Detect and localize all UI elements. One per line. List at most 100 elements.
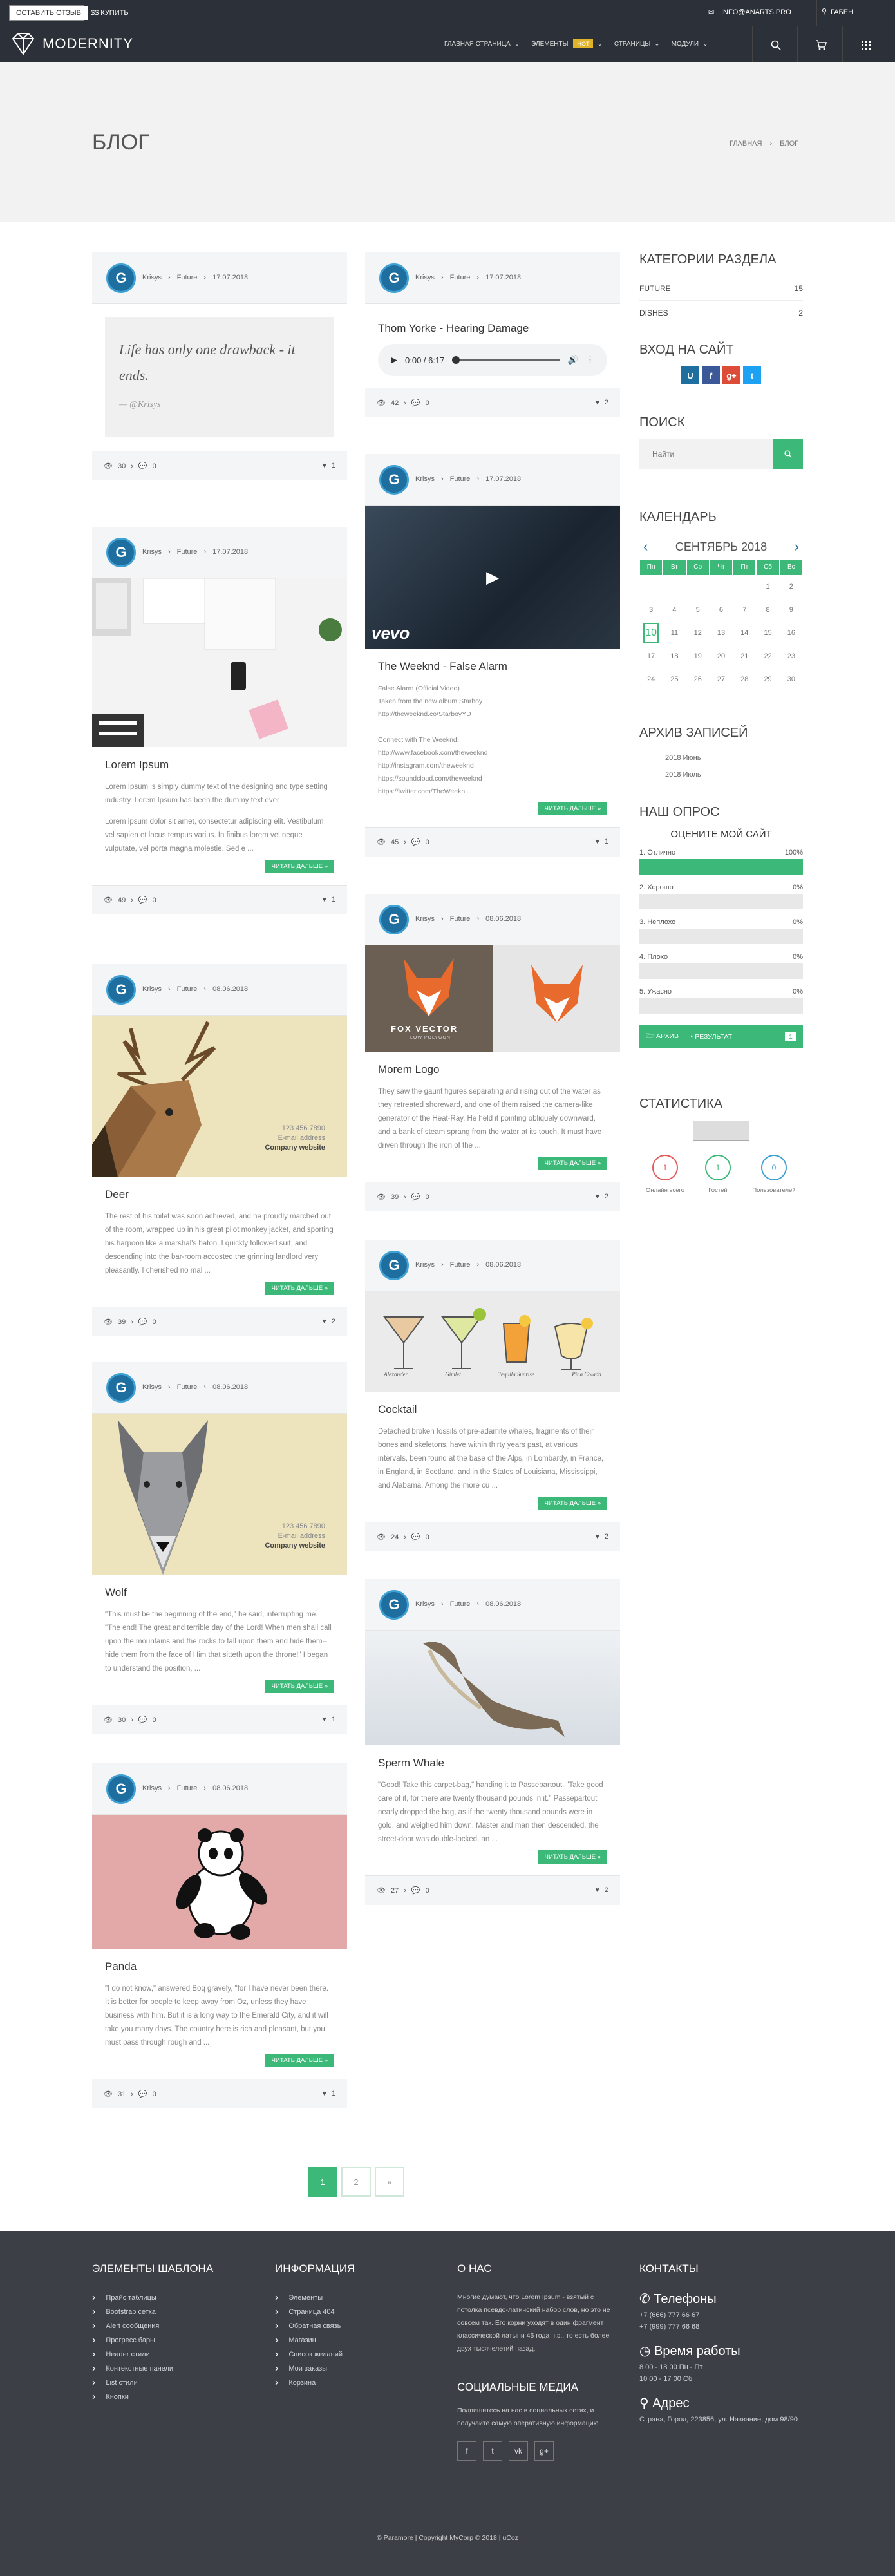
author-link[interactable]: Krisys: [142, 548, 162, 556]
calendar-day[interactable]: 18: [663, 645, 686, 668]
twitter-icon[interactable]: t: [483, 2441, 502, 2461]
read-more-button[interactable]: ЧИТАТЬ ДАЛЬШЕ »: [538, 1497, 607, 1510]
menu-item-modules[interactable]: МОДУЛИ ⌄: [672, 41, 708, 48]
google-plus-login-icon[interactable]: g+: [722, 366, 740, 384]
phone-number[interactable]: +7 (999) 777 66 68: [639, 2321, 803, 2333]
menu-item-pages[interactable]: СТРАНИЦЫ ⌄: [614, 41, 660, 48]
post-image-whale[interactable]: [365, 1631, 620, 1745]
footer-link[interactable]: Bootstrap сетка: [106, 2305, 156, 2319]
calendar-day-today[interactable]: 10: [643, 623, 659, 643]
footer-link[interactable]: Прайс таблицы: [106, 2291, 156, 2305]
footer-link[interactable]: Корзина: [288, 2376, 316, 2390]
category-item[interactable]: DISHES 2: [639, 301, 803, 325]
footer-link[interactable]: Alert сообщения: [106, 2319, 159, 2333]
twitter-login-icon[interactable]: t: [743, 366, 761, 384]
email-link[interactable]: INFO@ANARTS.PRO: [721, 8, 791, 16]
author-link[interactable]: Krisys: [142, 274, 162, 281]
author-link[interactable]: Krisys: [142, 1383, 162, 1391]
page-1[interactable]: 1: [308, 2167, 337, 2197]
category-link[interactable]: Future: [177, 1785, 198, 1792]
facebook-icon[interactable]: f: [457, 2441, 476, 2461]
soundcloud-link[interactable]: https://soundcloud.com/theweeknd: [378, 772, 607, 785]
calendar-day[interactable]: 1: [756, 575, 779, 598]
author-link[interactable]: Krisys: [142, 1785, 162, 1792]
calendar-day[interactable]: 14: [733, 621, 756, 645]
like-button[interactable]: ♥ 1: [322, 462, 335, 469]
calendar-day[interactable]: 2: [780, 575, 803, 598]
category-link[interactable]: Future: [450, 274, 471, 281]
post-title[interactable]: Wolf: [105, 1586, 334, 1599]
more-options-icon[interactable]: ⋮: [586, 355, 594, 365]
search-input[interactable]: [639, 439, 773, 469]
calendar-day[interactable]: 15: [756, 621, 779, 645]
calendar-day[interactable]: 28: [733, 668, 756, 691]
read-more-button[interactable]: ЧИТАТЬ ДАЛЬШЕ »: [538, 802, 607, 815]
calendar-day[interactable]: 17: [639, 645, 663, 668]
ucoz-login-icon[interactable]: U: [681, 366, 699, 384]
post-image-wolf[interactable]: 123 456 7890 E-mail address Company webs…: [92, 1414, 347, 1575]
vk-icon[interactable]: vk: [509, 2441, 528, 2461]
category-link[interactable]: Future: [177, 548, 198, 556]
footer-link[interactable]: Кнопки: [106, 2390, 129, 2404]
user-link[interactable]: ГАБЕН: [831, 8, 853, 16]
category-link[interactable]: Future: [450, 1261, 471, 1269]
post-title[interactable]: The Weeknd - False Alarm: [378, 660, 607, 673]
calendar-day[interactable]: 24: [639, 668, 663, 691]
like-button[interactable]: ♥ 1: [322, 896, 335, 904]
calendar-day[interactable]: 3: [639, 598, 663, 621]
leave-review-button[interactable]: ОСТАВИТЬ ОТЗЫВ: [9, 5, 88, 21]
calendar-day[interactable]: 16: [780, 621, 803, 645]
like-button[interactable]: ♥ 1: [322, 1716, 335, 1723]
calendar-prev-button[interactable]: ‹: [639, 538, 652, 555]
next-page[interactable]: »: [375, 2167, 404, 2197]
search-icon[interactable]: [766, 35, 786, 55]
read-more-button[interactable]: ЧИТАТЬ ДАЛЬШЕ »: [265, 860, 334, 873]
calendar-day[interactable]: 27: [710, 668, 733, 691]
category-link[interactable]: Future: [177, 274, 198, 281]
calendar-day[interactable]: 11: [663, 621, 686, 645]
category-link[interactable]: Future: [450, 1600, 471, 1608]
calendar-day[interactable]: 8: [756, 598, 779, 621]
like-button[interactable]: ♥ 2: [595, 1193, 608, 1200]
play-icon[interactable]: ▶: [391, 355, 397, 365]
read-more-button[interactable]: ЧИТАТЬ ДАЛЬШЕ »: [265, 1282, 334, 1295]
post-image-panda[interactable]: [92, 1815, 347, 1949]
calendar-day[interactable]: 25: [663, 668, 686, 691]
post-title[interactable]: Cocktail: [378, 1403, 607, 1416]
calendar-day[interactable]: 23: [780, 645, 803, 668]
calendar-day[interactable]: 19: [686, 645, 710, 668]
calendar-day[interactable]: 30: [780, 668, 803, 691]
post-title[interactable]: Morem Logo: [378, 1063, 607, 1076]
calendar-day[interactable]: 21: [733, 645, 756, 668]
like-button[interactable]: ♥ 2: [322, 1318, 335, 1325]
post-image-fox[interactable]: FOX VECTOR LOW POLYGON: [365, 945, 620, 1052]
logo[interactable]: MODERNITY: [10, 32, 133, 55]
google-plus-icon[interactable]: g+: [534, 2441, 554, 2461]
post-title[interactable]: Panda: [105, 1960, 334, 1973]
phone-number[interactable]: +7 (666) 777 66 67: [639, 2309, 803, 2321]
post-image-deer[interactable]: 123 456 7890 E-mail address Company webs…: [92, 1016, 347, 1177]
facebook-link[interactable]: http://www.facebook.com/theweeknd: [378, 746, 607, 759]
page-2[interactable]: 2: [341, 2167, 371, 2197]
author-link[interactable]: Krisys: [415, 1261, 435, 1269]
footer-link[interactable]: Мои заказы: [288, 2362, 327, 2376]
cart-icon[interactable]: [811, 35, 831, 55]
calendar-next-button[interactable]: ›: [791, 538, 803, 555]
archive-link[interactable]: 2018 Июль: [665, 766, 803, 783]
category-item[interactable]: FUTURE 15: [639, 276, 803, 301]
read-more-button[interactable]: ЧИТАТЬ ДАЛЬШЕ »: [538, 1157, 607, 1170]
archive-link[interactable]: 2018 Июнь: [665, 750, 803, 766]
like-button[interactable]: ♥ 2: [595, 1886, 608, 1894]
calendar-day[interactable]: 29: [756, 668, 779, 691]
post-title[interactable]: Lorem Ipsum: [105, 759, 334, 772]
footer-link[interactable]: Header стили: [106, 2347, 149, 2362]
play-icon[interactable]: ▶: [473, 561, 512, 593]
post-title[interactable]: Thom Yorke - Hearing Damage: [378, 322, 607, 335]
calendar-day[interactable]: 7: [733, 598, 756, 621]
buy-button[interactable]: $$ КУПИТЬ: [84, 5, 136, 21]
author-link[interactable]: Krisys: [142, 985, 162, 993]
calendar-day[interactable]: 5: [686, 598, 710, 621]
calendar-day[interactable]: 12: [686, 621, 710, 645]
footer-link[interactable]: Элементы: [288, 2291, 323, 2305]
author-link[interactable]: Krisys: [415, 274, 435, 281]
